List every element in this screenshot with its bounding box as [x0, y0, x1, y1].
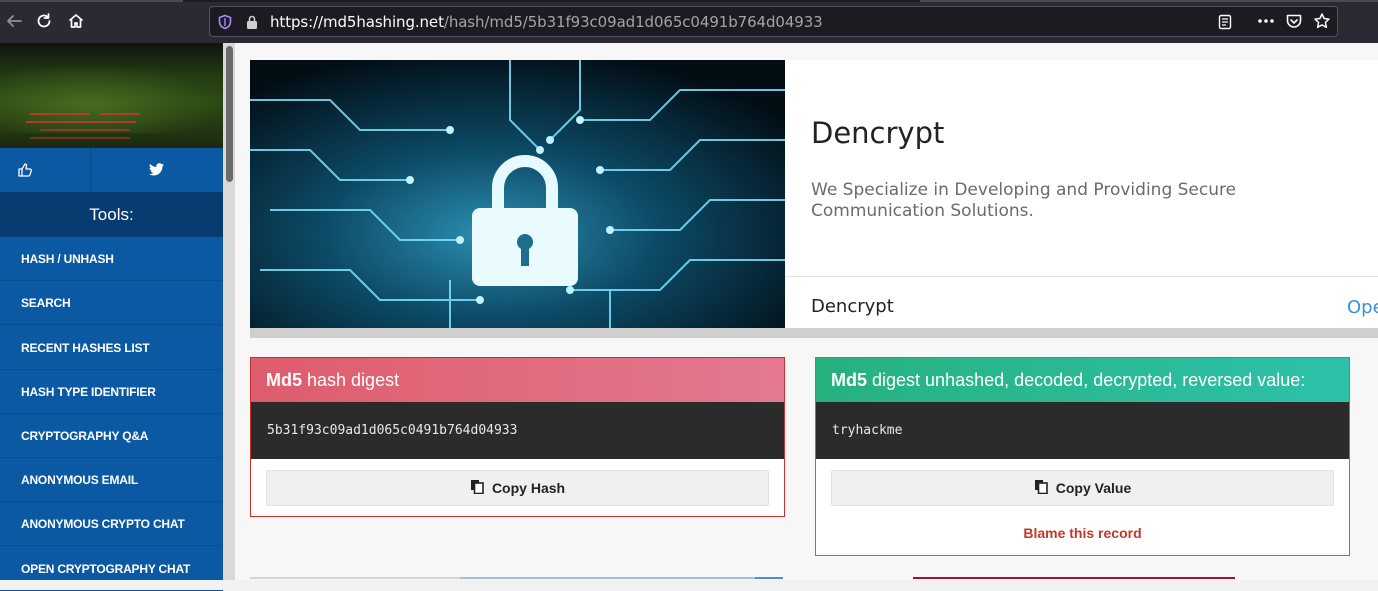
copy-value-label: Copy Value [1055, 480, 1132, 496]
main-content: Dencrypt We Specialize in Developing and… [235, 43, 1378, 580]
cutoff-banner-edge [913, 577, 1235, 579]
copy-hash-button[interactable]: Copy Hash [266, 470, 769, 506]
copy-icon [470, 479, 484, 497]
pocket-icon[interactable] [1282, 9, 1306, 33]
social-bar [0, 148, 223, 193]
url-domain: https://md5hashing.net [270, 13, 444, 31]
sidebar-banner-image [0, 43, 223, 148]
sidebar-item-hash-unhash[interactable]: HASH / UNHASH [0, 237, 223, 281]
reload-icon[interactable] [32, 9, 56, 33]
ad-description: We Specialize in Developing and Providin… [811, 180, 1237, 221]
hash-heading-text: hash digest [307, 370, 400, 390]
home-icon[interactable] [64, 9, 88, 33]
more-icon[interactable] [1254, 9, 1278, 33]
sidebar-item-anonymous-crypto-chat[interactable]: ANONYMOUS CRYPTO CHAT [0, 502, 223, 546]
copy-icon [1034, 479, 1048, 497]
ad-bottom-bar [250, 328, 1378, 338]
sidebar-item-search[interactable]: SEARCH [0, 281, 223, 325]
bookmark-star-icon[interactable] [1310, 9, 1334, 33]
ad-open-link[interactable]: Ope [1347, 297, 1378, 318]
sidebar-item-open-cryptography-chat[interactable]: OPEN CRYPTOGRAPHY CHAT [0, 547, 223, 591]
circuit-lock-image [250, 60, 785, 328]
value-panel-heading: Md5 digest unhashed, decoded, decrypted,… [816, 358, 1349, 402]
cutoff-button-edge [755, 577, 783, 579]
cutoff-element-edge [250, 577, 460, 579]
shield-icon[interactable] [216, 13, 234, 31]
value-heading-text: digest unhashed, decoded, decrypted, rev… [872, 370, 1306, 390]
blame-record-link[interactable]: Blame this record [816, 525, 1349, 541]
hash-value[interactable]: 5b31f93c09ad1d065c0491b764d04933 [251, 402, 784, 459]
decoded-value[interactable]: tryhackme [816, 402, 1349, 459]
ad-separator [785, 276, 1378, 277]
decoded-value-panel: Md5 digest unhashed, decoded, decrypted,… [815, 357, 1350, 556]
tab-strip-edge [0, 0, 1378, 2]
url-text: https://md5hashing.net/hash/md5/5b31f93c… [270, 13, 823, 31]
hash-digest-panel: Md5 hash digest 5b31f93c09ad1d065c0491b7… [250, 357, 785, 517]
value-algo-label: Md5 [831, 370, 867, 390]
sidebar-scrollbar-thumb[interactable] [226, 46, 233, 182]
copy-hash-label: Copy Hash [491, 480, 566, 496]
browser-toolbar: https://md5hashing.net/hash/md5/5b31f93c… [0, 0, 1378, 43]
ad-banner[interactable]: Dencrypt We Specialize in Developing and… [250, 60, 1378, 328]
lock-icon[interactable] [243, 13, 261, 31]
sidebar-item-anonymous-email[interactable]: ANONYMOUS EMAIL [0, 458, 223, 502]
sidebar-item-recent-hashes[interactable]: RECENT HASHES LIST [0, 326, 223, 370]
sidebar-item-hash-type-identifier[interactable]: HASH TYPE IDENTIFIER [0, 370, 223, 414]
url-bar[interactable]: https://md5hashing.net/hash/md5/5b31f93c… [209, 6, 1338, 37]
copy-value-button[interactable]: Copy Value [831, 470, 1334, 506]
ad-footer-title: Dencrypt [811, 296, 894, 317]
cutoff-input-edge [460, 577, 755, 579]
sidebar-item-cryptography-qa[interactable]: CRYPTOGRAPHY Q&A [0, 414, 223, 458]
thumbs-up-icon[interactable] [17, 162, 33, 183]
back-icon[interactable] [2, 9, 26, 33]
twitter-icon[interactable] [149, 163, 164, 181]
hash-algo-label: Md5 [266, 370, 302, 390]
sidebar: Tools: HASH / UNHASH SEARCH RECENT HASHE… [0, 43, 223, 591]
url-path: /hash/md5/5b31f93c09ad1d065c0491b764d049… [443, 13, 823, 31]
ad-title[interactable]: Dencrypt [811, 116, 944, 150]
tools-header: Tools: [0, 192, 223, 237]
reader-view-icon[interactable] [1216, 13, 1234, 31]
hash-panel-heading: Md5 hash digest [251, 358, 784, 402]
